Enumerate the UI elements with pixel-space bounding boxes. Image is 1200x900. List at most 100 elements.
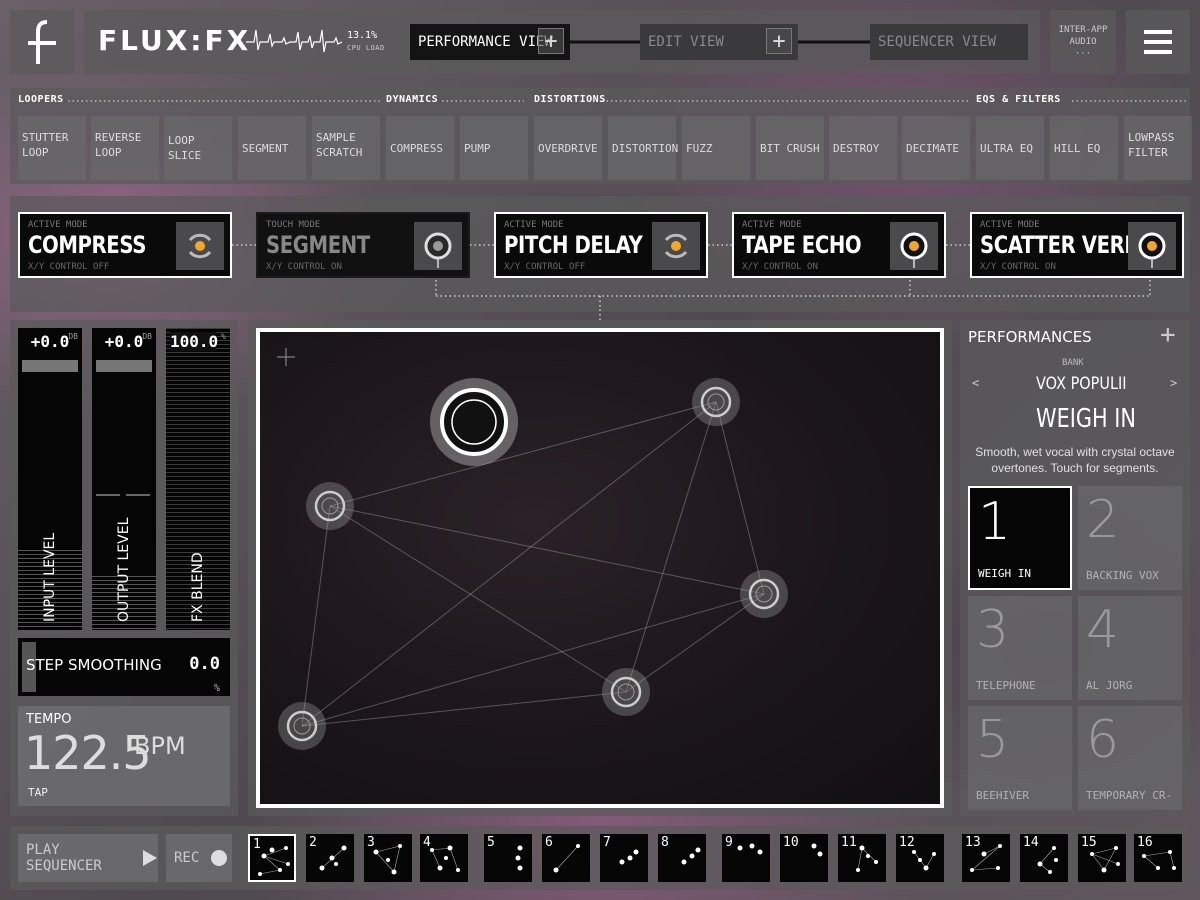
slot-pitch-delay[interactable]: ACTIVE MODE PITCH DELAY X/Y CONTROL OFF <box>494 212 708 278</box>
slot-knob[interactable] <box>890 222 938 270</box>
tap-tempo-button[interactable]: TAP <box>28 786 48 799</box>
slot-knob[interactable] <box>414 222 462 270</box>
effect-hill-eq[interactable]: HILL EQ <box>1050 116 1118 180</box>
segment-11[interactable]: 11 <box>838 834 886 882</box>
fx-blend-slider[interactable]: 100.0 % FX BLEND <box>166 328 230 630</box>
segment-4[interactable]: 4 <box>420 834 468 882</box>
input-level-slider[interactable]: +0.0 DB INPUT LEVEL <box>18 328 82 630</box>
add-edit-icon[interactable]: + <box>766 28 792 54</box>
bank-prev-button[interactable]: < <box>972 376 979 390</box>
slot-name: COMPRESS <box>28 231 146 259</box>
segment-node[interactable] <box>306 482 354 530</box>
segment-node[interactable] <box>692 378 740 426</box>
segment-8[interactable]: 8 <box>658 834 706 882</box>
slot-mode: ACTIVE MODE <box>980 220 1040 230</box>
xy-cursor-puck[interactable] <box>430 378 518 466</box>
slot-knob[interactable] <box>1128 222 1176 270</box>
effect-label: LOOP SLICE <box>168 134 202 162</box>
slot-tape-echo[interactable]: ACTIVE MODE TAPE ECHO X/Y CONTROL ON <box>732 212 946 278</box>
effect-bit-crush[interactable]: BIT CRUSH <box>756 116 824 180</box>
slot-knob[interactable] <box>176 222 224 270</box>
preset-name: BEEHIVER <box>976 789 1029 802</box>
preset-5[interactable]: 5 BEEHIVER <box>968 706 1072 810</box>
preset-3[interactable]: 3 TELEPHONE <box>968 596 1072 700</box>
effect-lowpass-filter[interactable]: LOWPASS FILTER <box>1124 116 1192 180</box>
bank-next-button[interactable]: > <box>1170 376 1177 390</box>
preset-6[interactable]: 6 TEMPORARY CR- <box>1078 706 1182 810</box>
active-mode-knob-icon <box>664 233 688 259</box>
effect-decimate[interactable]: DECIMATE <box>902 116 970 180</box>
segment-2[interactable]: 2 <box>306 834 354 882</box>
slot-mode: ACTIVE MODE <box>28 220 88 230</box>
effect-label-2: FILTER <box>1128 146 1168 159</box>
segment-node[interactable] <box>740 570 788 618</box>
effect-label: DECIMATE <box>906 141 959 155</box>
effect-reverse-loop[interactable]: REVERSE LOOP <box>91 116 159 180</box>
segment-3[interactable]: 3 <box>364 834 412 882</box>
effect-ultra-eq[interactable]: ULTRA EQ <box>976 116 1044 180</box>
tempo-control[interactable]: TEMPO 122.5 BPM TAP <box>18 706 230 806</box>
segment-16[interactable]: 16 <box>1134 834 1182 882</box>
effect-distortion[interactable]: DISTORTION <box>608 116 678 180</box>
segment-1[interactable]: 1 <box>248 834 296 882</box>
slot-xy-status: X/Y CONTROL ON <box>742 262 818 272</box>
effect-overdrive[interactable]: OVERDRIVE <box>534 116 602 180</box>
slot-name: TAPE ECHO <box>742 231 862 259</box>
segment-node[interactable] <box>602 668 650 716</box>
output-level-slider[interactable]: +0.0 DB OUTPUT LEVEL <box>92 328 156 630</box>
slot-segment[interactable]: TOUCH MODE SEGMENT X/Y CONTROL ON <box>256 212 470 278</box>
inter-app-audio-button[interactable]: INTER-APP AUDIO ··· <box>1050 10 1116 74</box>
step-smoothing-unit: % <box>213 683 220 694</box>
add-performance-icon[interactable]: + <box>538 28 564 54</box>
effect-segment[interactable]: SEGMENT <box>238 116 306 180</box>
record-button[interactable]: REC <box>166 834 232 882</box>
tab-sequencer-label: SEQUENCER VIEW <box>878 34 997 50</box>
performances-title: PERFORMANCES <box>968 328 1092 346</box>
effect-compress[interactable]: COMPRESS <box>386 116 454 180</box>
xy-pad[interactable] <box>256 328 944 808</box>
segment-14[interactable]: 14 <box>1020 834 1068 882</box>
menu-button[interactable] <box>1126 10 1190 74</box>
tab-performance-view[interactable]: PERFORMANCE VIEW + <box>410 24 570 60</box>
segment-thumbnail-icon <box>912 850 936 871</box>
hamburger-menu-icon <box>1144 30 1172 54</box>
input-level-handle[interactable] <box>22 360 78 372</box>
bank-label: BANK <box>1062 358 1084 368</box>
output-peak-right <box>126 494 150 496</box>
effect-stutter-loop[interactable]: STUTTER LOOP <box>18 116 86 180</box>
segment-thumbnail-icon <box>1037 846 1058 874</box>
segment-7[interactable]: 7 <box>600 834 648 882</box>
slot-compress[interactable]: ACTIVE MODE COMPRESS X/Y CONTROL OFF <box>18 212 232 278</box>
segment-5[interactable]: 5 <box>484 834 532 882</box>
segment-6[interactable]: 6 <box>542 834 590 882</box>
add-performance-button[interactable]: + <box>1160 320 1176 350</box>
tab-sequencer-view[interactable]: SEQUENCER VIEW <box>870 24 1028 60</box>
segment-node[interactable] <box>278 702 326 750</box>
slot-mode: ACTIVE MODE <box>504 220 564 230</box>
slot-scatter-verb[interactable]: ACTIVE MODE SCATTER VERB X/Y CONTROL ON <box>970 212 1184 278</box>
preset-number: 6 <box>1086 710 1120 770</box>
effect-fuzz[interactable]: FUZZ <box>682 116 750 180</box>
output-level-handle[interactable] <box>96 360 152 372</box>
iaa-line1: INTER-APP <box>1058 25 1108 35</box>
effect-sample-scratch[interactable]: SAMPLE SCRATCH <box>312 116 380 180</box>
preset-1[interactable]: 1 WEIGH IN <box>968 486 1072 590</box>
category-loopers: LOOPERS <box>18 94 64 105</box>
record-dot-icon <box>211 850 228 866</box>
category-dynamics: DYNAMICS <box>386 94 439 105</box>
step-smoothing-control[interactable]: STEP SMOOTHING 0.0 % <box>18 638 230 696</box>
preset-4[interactable]: 4 AL JORG <box>1078 596 1182 700</box>
preset-2[interactable]: 2 BACKING VOX <box>1078 486 1182 590</box>
segment-10[interactable]: 10 <box>780 834 828 882</box>
play-sequencer-button[interactable]: PLAY SEQUENCER <box>18 834 158 882</box>
tab-edit-view[interactable]: EDIT VIEW + <box>640 24 798 60</box>
slot-knob[interactable] <box>652 222 700 270</box>
segment-13[interactable]: 13 <box>962 834 1010 882</box>
effect-destroy[interactable]: DESTROY <box>829 116 897 180</box>
slot-name: SEGMENT <box>266 231 370 259</box>
segment-15[interactable]: 15 <box>1078 834 1126 882</box>
effect-pump[interactable]: PUMP <box>460 116 528 180</box>
effect-loop-slice[interactable]: LOOP SLICE <box>164 116 232 180</box>
segment-12[interactable]: 12 <box>896 834 944 882</box>
segment-9[interactable]: 9 <box>722 834 770 882</box>
